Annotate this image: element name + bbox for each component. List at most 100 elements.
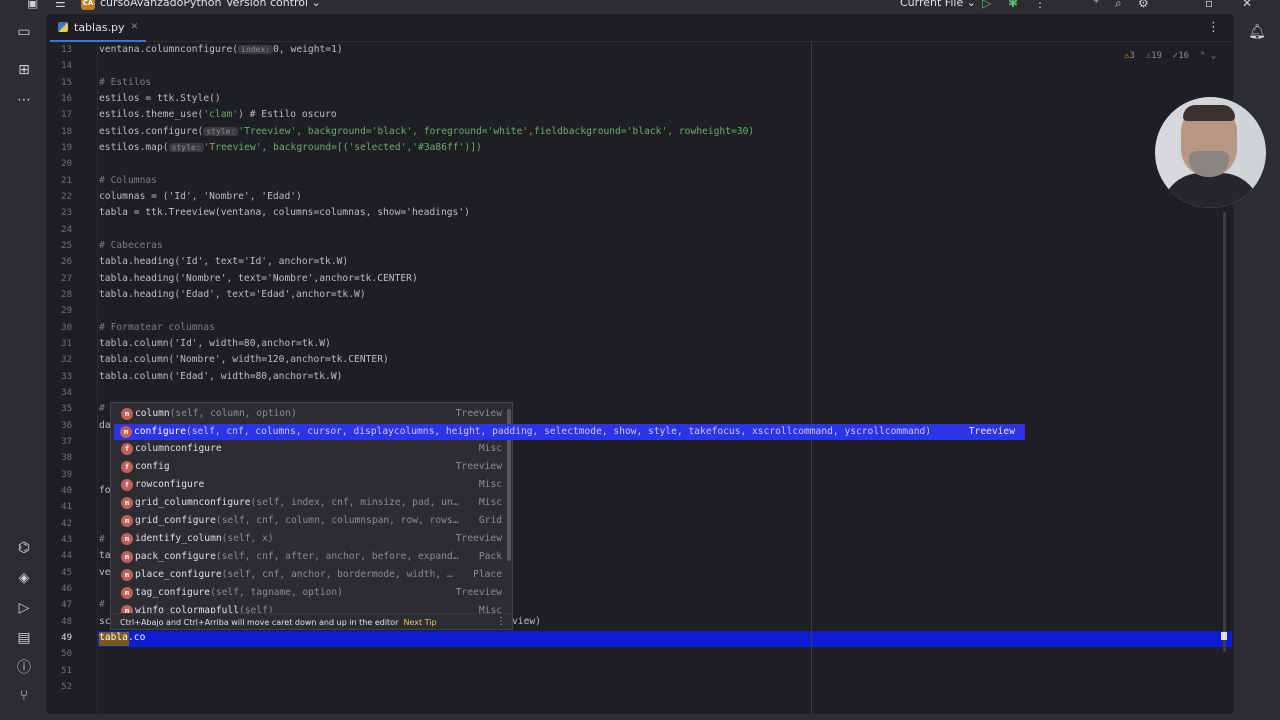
completion-item[interactable]: m pack_configure(self, cnf, after, anchor… — [111, 548, 512, 566]
string-literal: 'clam' — [203, 109, 239, 120]
editor-scrollbar[interactable] — [1223, 212, 1226, 652]
vcs-widget[interactable]: Version control ⌄ — [226, 0, 321, 9]
method-badge-icon: m — [121, 515, 133, 527]
completion-tip: Ctrl+Abajo and Ctrl+Arriba will move car… — [120, 618, 399, 627]
completion-item[interactable]: m identify_column(self, x) Treeview — [111, 530, 512, 548]
completion-type: Misc — [478, 479, 502, 490]
caret-row-highlight — [97, 631, 1232, 647]
python-console-icon[interactable]: ⌬ — [14, 538, 34, 558]
more-tools-icon[interactable]: ⋯ — [14, 90, 34, 110]
gutter-divider — [97, 42, 98, 714]
completion-item[interactable]: f columnconfigure Misc — [111, 440, 512, 458]
completion-params: (self, tagname, option) — [210, 587, 343, 598]
code-line-44: ta — [99, 550, 111, 561]
function-badge-icon: f — [121, 479, 133, 491]
code-line-49: tabla.co — [99, 632, 145, 643]
tab-options-icon[interactable]: ⋮ — [1207, 20, 1220, 35]
method-badge-icon: m — [121, 408, 133, 420]
completion-item[interactable]: m column(self, column, option) Treeview — [111, 405, 512, 423]
line-number: 38 — [61, 453, 72, 464]
prev-highlight-icon[interactable]: ⌃ — [1200, 51, 1205, 61]
problems-icon[interactable]: ⓘ — [14, 658, 34, 678]
line-number: 50 — [61, 649, 72, 660]
vcs-label: Version control — [226, 0, 309, 9]
code-text: 'Treeview', background=[('selected','#3a… — [203, 142, 482, 153]
close-window-icon[interactable]: ✕ — [1242, 0, 1252, 10]
code-text: estilos.configure( — [99, 126, 204, 137]
line-number: 18 — [61, 126, 72, 137]
tab-tablas-py[interactable]: tablas.py ✕ — [50, 14, 147, 42]
completion-params: (self, x) — [221, 533, 274, 544]
completion-item[interactable]: m grid_configure(self, cnf, column, colum… — [111, 512, 512, 530]
completion-type: Misc — [478, 497, 502, 508]
completion-item[interactable]: m tag_configure(self, tagname, option) Tre… — [111, 584, 512, 602]
run-config-selector[interactable]: Current File ⌄ — [900, 0, 976, 9]
run-config-label: Current File — [900, 0, 964, 9]
code-text: estilos.map( — [99, 142, 169, 153]
add-user-icon[interactable]: ⁺ — [1093, 0, 1099, 10]
status-bar — [0, 714, 1280, 720]
terminal-icon[interactable]: ▤ — [14, 628, 34, 648]
python-file-icon — [58, 22, 68, 32]
completion-params: (self, cnf, column, columnspan, row, row… — [215, 515, 459, 526]
line-number: 25 — [61, 240, 72, 251]
completion-type: Treeview — [968, 426, 1015, 437]
project-name[interactable]: cursoAvanzadoPython — [100, 0, 221, 9]
method-badge-icon: m — [121, 551, 133, 563]
completion-name: columnconfigure — [135, 443, 222, 454]
line-number: 32 — [61, 355, 72, 366]
line-number: 41 — [61, 502, 72, 513]
run-tool-icon[interactable]: ▷ — [14, 598, 34, 618]
completion-name: place_configure — [135, 569, 222, 580]
completion-name: tag_configure — [135, 587, 211, 598]
next-tip-link[interactable]: Next Tip — [403, 618, 436, 627]
line-number: 46 — [61, 583, 72, 594]
search-icon[interactable]: ⌕ — [1115, 0, 1122, 11]
completion-name: grid_configure — [135, 515, 216, 526]
code-line-32: tabla.column('Nombre', width=120,anchor=… — [99, 354, 389, 365]
minimize-icon[interactable]: ▫ — [1205, 0, 1213, 10]
git-icon[interactable]: ⑂ — [14, 686, 34, 706]
code-text: 0, weight=1) — [273, 44, 343, 55]
code-line-48: sc — [99, 616, 111, 627]
line-number: 26 — [61, 257, 72, 268]
structure-icon[interactable]: ⊞ — [14, 60, 34, 80]
code-line-22: columnas = ('Id', 'Nombre', 'Edad') — [99, 191, 302, 202]
completion-item[interactable]: m grid_columnconfigure(self, index, cnf, … — [111, 494, 512, 512]
line-number: 39 — [61, 469, 72, 480]
settings-icon[interactable]: ⚙ — [1138, 0, 1149, 10]
weak-warning-count: 19 — [1151, 51, 1162, 61]
line-number: 35 — [61, 404, 72, 415]
close-tab-icon[interactable]: ✕ — [131, 22, 139, 32]
warning-count: 3 — [1129, 51, 1135, 61]
project-folder-icon[interactable]: ▭ — [14, 22, 34, 42]
completion-params: (self, index, cnf, minsize, pad, un… — [250, 497, 459, 508]
line-number: 33 — [61, 371, 72, 382]
run-icon[interactable]: ▷ — [982, 0, 991, 10]
project-badge: CA — [81, 0, 95, 10]
completion-item-selected[interactable]: m configure(self, cnf, columns, cursor, … — [114, 424, 1025, 440]
line-number: 47 — [61, 600, 72, 611]
notifications-icon[interactable]: 🔔︎ — [1247, 22, 1267, 42]
inspection-widget[interactable]: ⚠3 ⚠19 ✓16 ⌃ ⌄ — [1124, 51, 1216, 61]
completion-item[interactable]: m place_configure(self, cnf, anchor, bord… — [111, 566, 512, 584]
line-number: 27 — [61, 273, 72, 284]
line-number: 43 — [61, 534, 72, 545]
completion-item[interactable]: f rowconfigure Misc — [111, 476, 512, 494]
next-highlight-icon[interactable]: ⌄ — [1211, 51, 1216, 61]
code-text: ventana.columnconfigure( — [99, 44, 239, 55]
completion-name: rowconfigure — [135, 479, 205, 490]
debug-icon[interactable]: ✱ — [1008, 0, 1018, 10]
line-number: 51 — [61, 665, 72, 676]
line-number: 23 — [61, 208, 72, 219]
code-identifier: tabla — [99, 632, 128, 643]
completion-options-icon[interactable]: ⋮ — [496, 616, 506, 627]
code-line-43: # — [99, 534, 105, 545]
more-actions-icon[interactable]: ⋮ — [1034, 0, 1046, 10]
completion-item[interactable]: f config Treeview — [111, 458, 512, 476]
window-menu-icon[interactable]: ▣ — [27, 0, 38, 10]
layers-icon[interactable]: ◈ — [14, 568, 34, 588]
code-line-25: # Cabeceras — [99, 240, 163, 251]
hamburger-menu-icon[interactable]: ☰ — [55, 0, 66, 10]
completion-params: (self, cnf, anchor, bordermode, width, … — [221, 569, 453, 580]
